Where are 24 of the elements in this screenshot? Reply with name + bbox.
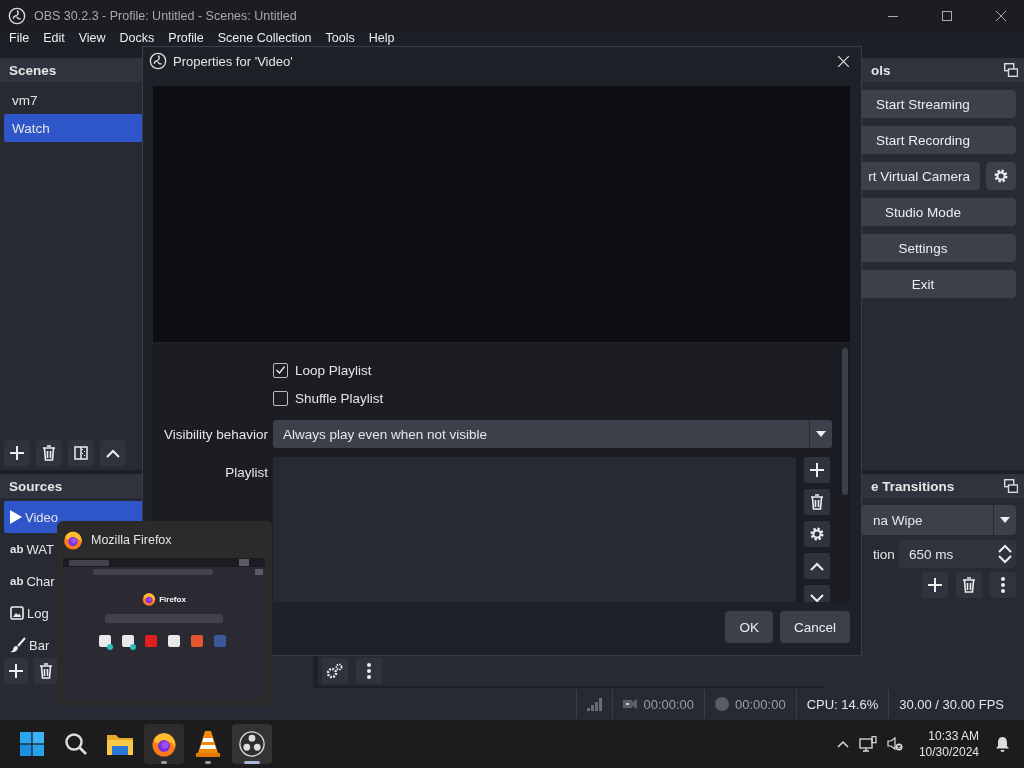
cpu-usage: CPU: 14.6% — [806, 696, 879, 712]
panel-title: e Transitions — [870, 478, 955, 494]
source-label: Video — [25, 509, 58, 525]
window-title: OBS 30.2.3 - Profile: Untitled - Scenes: Untitled — [34, 9, 298, 23]
duration-label: tion — [872, 546, 893, 562]
dialog-title: Properties for 'Video' — [173, 53, 294, 69]
record-time: 00:00:00 — [735, 696, 786, 712]
thumbnail-title: Mozilla Firefox — [91, 532, 172, 547]
field-label: Playlist — [224, 464, 269, 480]
field-label: Visibility behavior — [162, 426, 269, 442]
source-label: Bar — [29, 637, 50, 653]
source-label: WAT — [26, 541, 54, 557]
text-source-icon: ab — [10, 543, 24, 555]
browser-logo-text: Firefox — [159, 594, 186, 604]
frame-rate: 30.00 / 30.00 FPS — [899, 696, 1004, 712]
panel-title: ols — [870, 62, 891, 78]
source-label: Char — [26, 573, 55, 589]
clock-date: 10/30/2024 — [918, 744, 979, 760]
clock-time: 10:33 AM — [928, 728, 979, 744]
panel-title: Sources — [9, 478, 63, 494]
panel-title: Scenes — [9, 62, 57, 78]
text-source-icon: ab — [10, 575, 24, 587]
stream-time: 00:00:00 — [643, 696, 695, 712]
source-label: Log — [27, 605, 49, 621]
